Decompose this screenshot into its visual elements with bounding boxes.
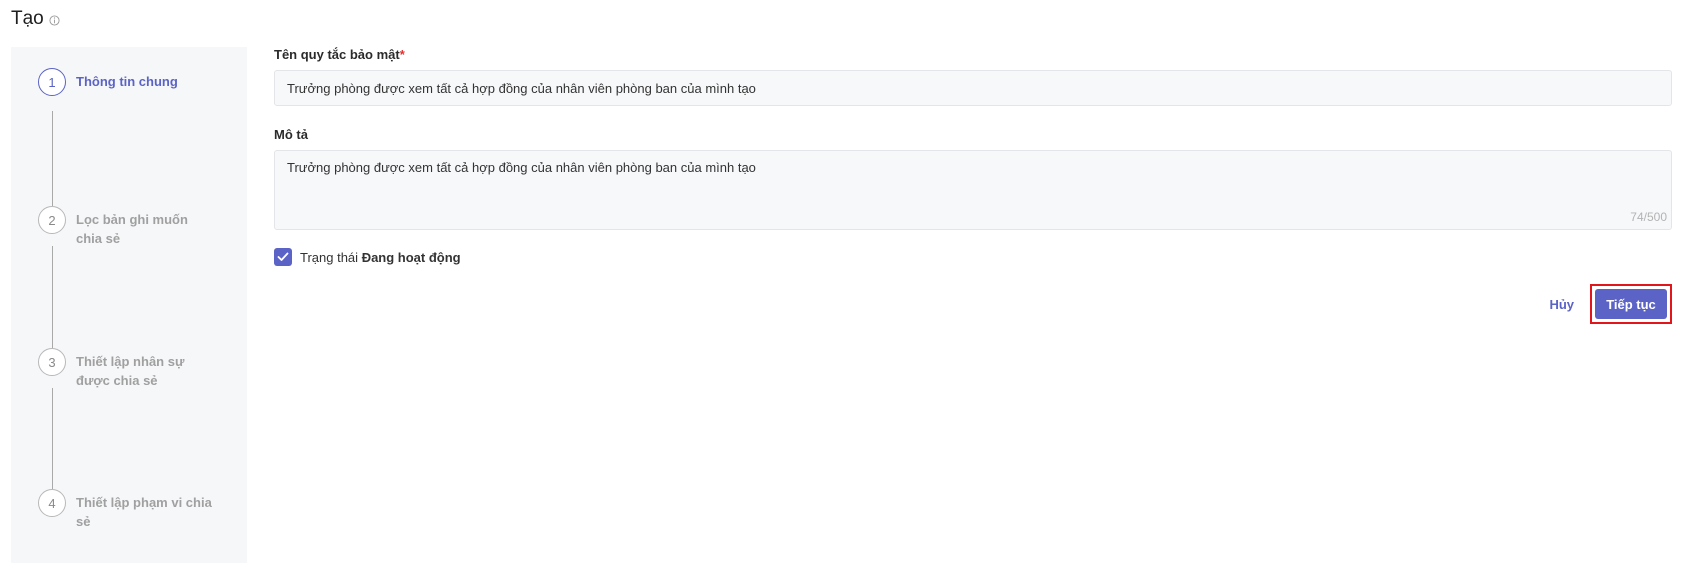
rule-name-label-text: Tên quy tắc bảo mật [274, 47, 400, 62]
page-title: Tạo [11, 8, 44, 29]
next-button-highlight: Tiếp tục [1590, 284, 1672, 324]
step-number: 4 [38, 489, 66, 517]
continue-button[interactable]: Tiếp tục [1595, 289, 1667, 319]
rule-name-input[interactable] [274, 70, 1672, 106]
step-number: 1 [38, 68, 66, 96]
status-text: Trạng thái Đang hoạt động [300, 250, 461, 265]
status-value: Đang hoạt động [361, 249, 461, 265]
description-label: Mô tả [274, 127, 308, 142]
info-circle-icon[interactable] [49, 15, 60, 26]
status-checkbox[interactable] [274, 248, 292, 266]
required-mark: * [399, 47, 405, 62]
step-number: 3 [38, 348, 66, 376]
checkmark-icon [277, 252, 289, 261]
description-textarea[interactable]: Trưởng phòng được xem tất cả hợp đồng củ… [275, 151, 1671, 229]
step-label: Thiết lập phạm vi chia sẻ [76, 495, 212, 529]
step-4[interactable]: 4 Thiết lập phạm vi chia sẻ [38, 489, 216, 531]
step-label: Thiết lập nhân sự được chia sẻ [76, 354, 185, 388]
stepper-sidebar: 1 Thông tin chung 2 Lọc bản ghi muốn chi… [11, 47, 247, 563]
step-number: 2 [38, 206, 66, 234]
step-label: Thông tin chung [76, 74, 178, 89]
step-connector [52, 111, 53, 206]
page-header: Tạo [11, 8, 60, 30]
char-counter: 74/500 [1630, 210, 1667, 224]
cancel-button[interactable]: Hủy [1549, 297, 1574, 312]
step-1[interactable]: 1 Thông tin chung [38, 68, 216, 96]
step-connector [52, 388, 53, 489]
status-label: Trạng thái [300, 249, 359, 265]
general-info-form: Tên quy tắc bảo mật* Mô tả Trưởng phòng … [274, 47, 1672, 266]
status-row: Trạng thái Đang hoạt động [274, 248, 1672, 266]
step-connector [52, 246, 53, 348]
step-3[interactable]: 3 Thiết lập nhân sự được chia sẻ [38, 348, 216, 390]
form-actions: Hủy Tiếp tục [1549, 284, 1672, 324]
rule-name-label: Tên quy tắc bảo mật* [274, 47, 1672, 62]
step-2[interactable]: 2 Lọc bản ghi muốn chia sẻ [38, 206, 216, 248]
step-label: Lọc bản ghi muốn chia sẻ [76, 212, 188, 246]
description-field: Trưởng phòng được xem tất cả hợp đồng củ… [274, 150, 1672, 230]
